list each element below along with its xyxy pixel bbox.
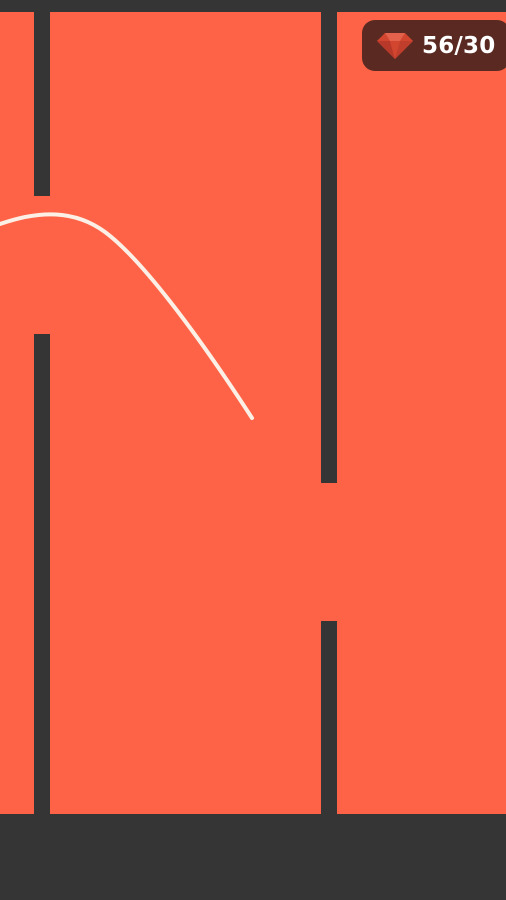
game-screen[interactable]: 56/30 — [0, 0, 506, 900]
ruby-gem-icon — [377, 32, 413, 59]
wall-right-upper — [321, 12, 337, 483]
wall-left-lower — [34, 334, 50, 814]
bottom-bar — [0, 814, 506, 900]
wall-left-upper — [34, 12, 50, 196]
gem-count-label: 56/30 — [422, 32, 496, 59]
wall-right-lower — [321, 621, 337, 814]
gem-counter: 56/30 — [362, 20, 506, 71]
top-border — [0, 0, 506, 12]
playfield[interactable] — [0, 12, 506, 814]
